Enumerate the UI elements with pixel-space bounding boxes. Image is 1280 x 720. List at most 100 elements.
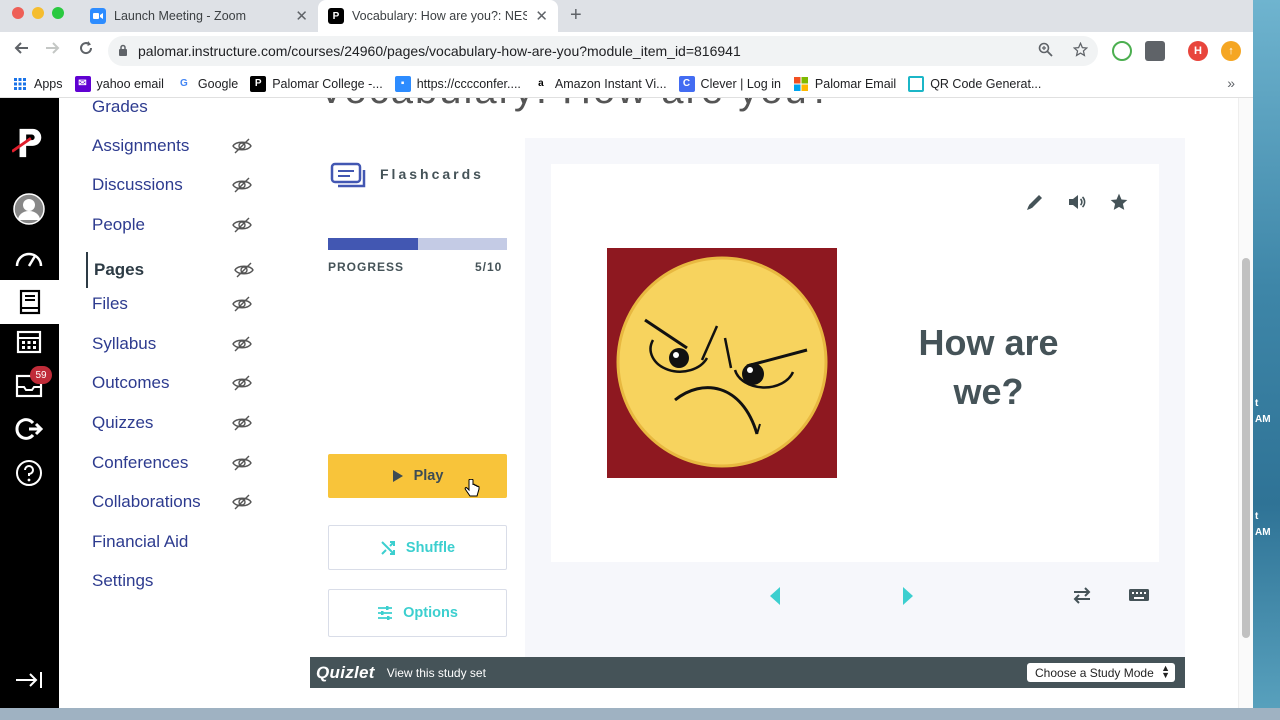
view-study-set-link[interactable]: View this study set <box>387 666 486 680</box>
card-tools <box>1025 192 1129 217</box>
study-mode-select[interactable]: Choose a Study Mode ▲ ▼ <box>1027 663 1175 682</box>
course-nav-financial-aid[interactable]: Financial Aid <box>86 529 266 555</box>
tab-zoom-meeting[interactable]: Launch Meeting - Zoom ✕ <box>80 0 318 32</box>
commons-icon[interactable] <box>12 412 46 446</box>
bookmark-star-icon[interactable] <box>1072 41 1089 61</box>
desktop-wallpaper: t AM t AM <box>1253 0 1280 720</box>
bookmark-label: Palomar Email <box>814 76 897 91</box>
zoom-icon: ▪ <box>394 75 411 92</box>
bookmark-amazon[interactable]: a Amazon Instant Vi... <box>532 75 667 92</box>
address-bar[interactable]: palomar.instructure.com/courses/24960/pa… <box>108 36 1098 66</box>
courses-icon[interactable] <box>0 280 59 324</box>
bookmark-label: Google <box>197 76 239 91</box>
help-icon[interactable] <box>12 456 46 490</box>
bookmark-palomar-college[interactable]: P Palomar College -... <box>250 75 383 92</box>
swap-sides-icon[interactable] <box>1071 584 1093 611</box>
bookmark-palomar-email[interactable]: Palomar Email <box>793 76 896 92</box>
study-mode-label: Flashcards <box>380 166 484 182</box>
bookmark-clever[interactable]: C Clever | Log in <box>678 75 781 92</box>
play-button[interactable]: Play <box>328 454 507 498</box>
dashboard-icon[interactable] <box>12 240 46 274</box>
bookmark-google[interactable]: G Google <box>175 75 239 92</box>
palomar-logo-icon[interactable] <box>12 126 46 160</box>
collapse-nav-icon[interactable] <box>12 663 46 697</box>
minimize-window-button[interactable] <box>32 7 44 19</box>
quizlet-embed: Flashcards PROGRESS 5/10 Play Shuffle Op… <box>310 138 1185 688</box>
quizlet-controls-panel: Flashcards PROGRESS 5/10 Play Shuffle Op… <box>310 138 525 658</box>
star-favorite-icon[interactable] <box>1109 192 1129 217</box>
course-nav-grades[interactable]: Grades <box>86 98 266 120</box>
course-nav-label: People <box>92 215 145 234</box>
bookmark-label: Clever | Log in <box>700 76 781 91</box>
progress-bar-fill <box>328 238 418 250</box>
eye-slash-icon <box>232 294 252 314</box>
extension-icon[interactable] <box>1112 41 1132 61</box>
course-nav-syllabus[interactable]: Syllabus <box>86 331 266 357</box>
page-title: Vocabulary: How are you? <box>318 98 833 113</box>
profile-avatar[interactable]: H <box>1188 41 1208 61</box>
palomar-p-icon: P <box>250 75 267 92</box>
tab-vocabulary-page[interactable]: P Vocabulary: How are you?: NES ✕ <box>318 0 558 32</box>
course-nav-assignments[interactable]: Assignments <box>86 133 266 159</box>
bookmark-cccconfer[interactable]: ▪ https://cccconfer.... <box>394 75 521 92</box>
course-nav-quizzes[interactable]: Quizzes <box>86 410 266 436</box>
edit-pencil-icon[interactable] <box>1025 192 1045 217</box>
extension-shield-icon[interactable] <box>1145 41 1165 61</box>
select-caret-icon: ▲ ▼ <box>1161 663 1170 680</box>
eye-slash-icon <box>232 136 252 156</box>
calendar-icon[interactable] <box>12 324 46 358</box>
course-nav-settings[interactable]: Settings <box>86 568 266 594</box>
close-window-button[interactable] <box>12 7 24 19</box>
course-nav-files[interactable]: Files <box>86 291 266 317</box>
zoom-magnifier-icon[interactable] <box>1038 42 1053 61</box>
previous-card-icon[interactable] <box>769 586 781 611</box>
course-nav-label: Collaborations <box>92 492 201 511</box>
browser-toolbar: palomar.instructure.com/courses/24960/pa… <box>0 32 1253 70</box>
course-nav-label: Financial Aid <box>92 532 189 551</box>
course-nav-label: Quizzes <box>92 413 154 432</box>
account-icon[interactable] <box>12 192 46 226</box>
course-nav-people[interactable]: People <box>86 212 266 238</box>
back-button[interactable] <box>13 40 29 61</box>
tab-title: Vocabulary: How are you?: NES <box>352 9 528 23</box>
page-scrollbar[interactable] <box>1238 98 1253 708</box>
tab-strip: Launch Meeting - Zoom ✕ P Vocabulary: Ho… <box>0 0 1253 32</box>
new-tab-button[interactable]: + <box>570 4 582 27</box>
course-nav-label: Files <box>92 294 128 313</box>
course-nav-label: Conferences <box>92 453 189 472</box>
reload-button[interactable] <box>78 40 94 61</box>
quizlet-logo[interactable]: Quizlet <box>316 663 375 683</box>
sliders-icon <box>377 606 393 620</box>
scrollbar-thumb[interactable] <box>1242 258 1250 638</box>
eye-slash-icon <box>234 260 254 280</box>
update-icon[interactable]: ↑ <box>1221 41 1241 61</box>
course-nav-outcomes[interactable]: Outcomes <box>86 370 266 396</box>
shuffle-button[interactable]: Shuffle <box>328 525 507 570</box>
bookmark-apps[interactable]: Apps <box>12 76 63 92</box>
course-nav-conferences[interactable]: Conferences <box>86 450 266 476</box>
course-nav-label: Settings <box>92 571 154 590</box>
course-nav-label: Grades <box>92 98 148 116</box>
tab-title: Launch Meeting - Zoom <box>114 9 247 23</box>
bookmark-yahoo[interactable]: ✉ yahoo email <box>74 75 164 92</box>
google-icon: G <box>175 75 192 92</box>
audio-speaker-icon[interactable] <box>1067 192 1087 217</box>
quizlet-footer: Quizlet View this study set Choose a Stu… <box>310 657 1185 688</box>
flashcard[interactable]: How are we? <box>551 164 1159 562</box>
yahoo-icon: ✉ <box>74 75 91 92</box>
options-button[interactable]: Options <box>328 589 507 637</box>
next-card-icon[interactable] <box>902 586 914 611</box>
course-nav-collaborations[interactable]: Collaborations <box>86 489 266 515</box>
course-nav-discussions[interactable]: Discussions <box>86 172 266 198</box>
maximize-window-button[interactable] <box>52 7 64 19</box>
keyboard-shortcuts-icon[interactable] <box>1128 584 1150 611</box>
bookmark-label: https://cccconfer.... <box>416 76 521 91</box>
close-tab-icon[interactable]: ✕ <box>295 7 308 25</box>
more-bookmarks-icon[interactable]: » <box>1227 75 1235 91</box>
close-tab-icon[interactable]: ✕ <box>535 7 548 25</box>
forward-button[interactable] <box>45 40 61 61</box>
angry-face-image <box>607 248 837 478</box>
bookmark-qr-code[interactable]: QR Code Generat... <box>908 75 1041 92</box>
progress-label: PROGRESS <box>328 260 405 274</box>
course-nav-pages[interactable]: Pages <box>86 252 266 288</box>
